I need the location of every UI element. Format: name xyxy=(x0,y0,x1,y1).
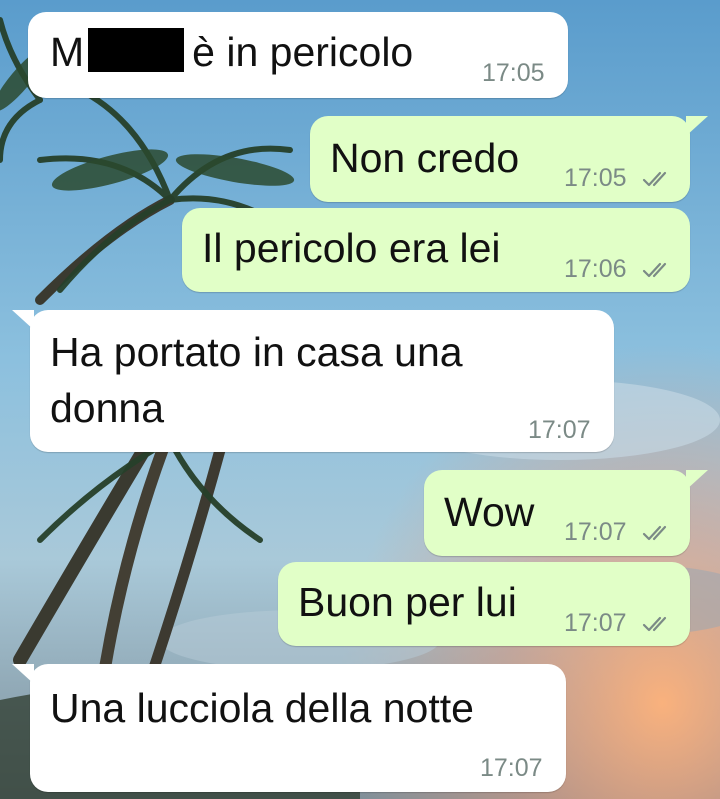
message-timestamp: 17:06 xyxy=(564,255,627,283)
message-timestamp: 17:07 xyxy=(564,518,627,546)
message-timestamp: 17:07 xyxy=(528,416,591,444)
message-text: Il pericolo era lei xyxy=(202,225,501,271)
message-bubble-outgoing[interactable]: Non credo 17:05 xyxy=(310,116,690,202)
bubble-tail xyxy=(686,116,708,136)
message-bubble-incoming[interactable]: Mè in pericolo 17:05 xyxy=(28,12,568,98)
double-check-icon xyxy=(642,262,667,278)
message-text: Wow xyxy=(444,489,535,535)
bubble-tail xyxy=(12,664,34,684)
message-bubble-outgoing[interactable]: Wow 17:07 xyxy=(424,470,690,556)
bubble-tail xyxy=(12,310,34,330)
double-check-icon xyxy=(642,525,667,541)
message-text: Non credo xyxy=(330,135,520,181)
redaction-box xyxy=(88,28,185,72)
message-bubble-incoming[interactable]: Ha portato in casa una donna 17:07 xyxy=(30,310,614,452)
message-text-line: Ha portato in casa una xyxy=(50,329,463,375)
double-check-icon xyxy=(642,171,667,187)
double-check-icon xyxy=(642,616,667,632)
message-bubble-incoming[interactable]: Una lucciola della notte 17:07 xyxy=(30,664,566,792)
message-text-line: donna xyxy=(50,385,165,431)
message-bubble-outgoing[interactable]: Buon per lui 17:07 xyxy=(278,562,690,646)
message-text: Mè in pericolo xyxy=(50,28,414,75)
message-timestamp: 17:07 xyxy=(480,754,543,782)
message-timestamp: 17:05 xyxy=(482,59,545,87)
message-timestamp: 17:05 xyxy=(564,164,627,192)
bubble-tail xyxy=(686,470,708,490)
message-text: Una lucciola della notte xyxy=(50,685,474,731)
message-timestamp: 17:07 xyxy=(564,609,627,637)
message-bubble-outgoing[interactable]: Il pericolo era lei 17:06 xyxy=(182,208,690,292)
message-text: Buon per lui xyxy=(298,579,517,625)
